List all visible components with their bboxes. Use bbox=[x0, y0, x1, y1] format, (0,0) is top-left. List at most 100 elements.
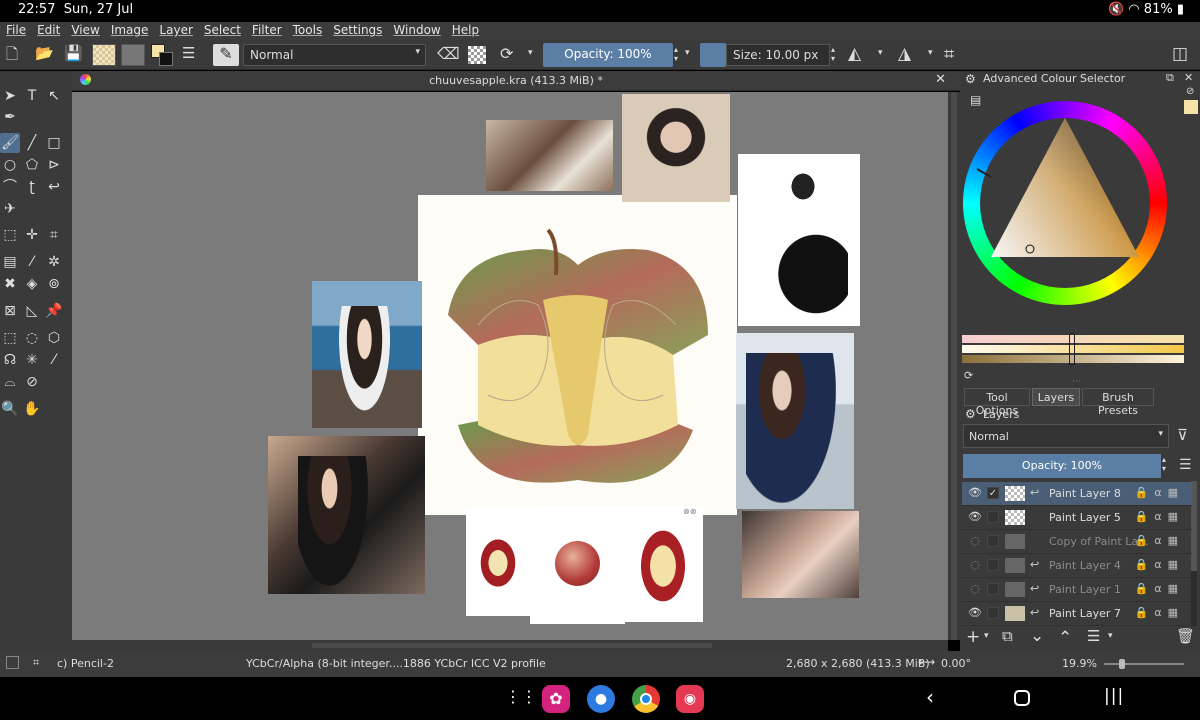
eye-icon[interactable]: 👁 bbox=[968, 510, 982, 524]
current-color-swatch[interactable] bbox=[1184, 100, 1198, 114]
reload-preset-icon[interactable]: ⟳ bbox=[500, 44, 522, 66]
menu-edit[interactable]: Edit bbox=[31, 22, 65, 37]
layer-lock-alpha-icons[interactable]: 🔒α▦ bbox=[1135, 510, 1184, 523]
close-document-icon[interactable]: ✕ bbox=[935, 72, 946, 87]
refresh-icon[interactable]: ⟳ bbox=[964, 369, 973, 382]
horizontal-scrollbar[interactable] bbox=[72, 640, 948, 651]
tab-tool-options[interactable]: Tool Options bbox=[964, 388, 1030, 417]
menu-layer[interactable]: Layer bbox=[153, 22, 197, 37]
freehand-brush-tool-icon[interactable]: 🖌 bbox=[0, 133, 20, 153]
layer-row[interactable]: 👁 ✓ ↩ Paint Layer 8 🔒α▦ bbox=[962, 482, 1192, 506]
size-slider[interactable]: Size: 10.00 px bbox=[726, 44, 830, 66]
back-nav-icon[interactable]: ‹ bbox=[926, 685, 934, 709]
hidden-eye-icon[interactable]: ◌ bbox=[968, 534, 982, 548]
vertical-scrollbar[interactable] bbox=[948, 92, 960, 640]
menu-help[interactable]: Help bbox=[446, 22, 484, 37]
layer-row[interactable]: ◌ ↩ Paint Layer 4 🔒α▦ bbox=[962, 554, 1192, 578]
pan-tool-icon[interactable]: ✋ bbox=[22, 399, 42, 419]
elliptical-selection-tool-icon[interactable]: ◌ bbox=[22, 328, 42, 348]
size-slider-fill[interactable] bbox=[700, 43, 726, 67]
move-tool-icon[interactable]: ✛ bbox=[22, 225, 42, 245]
enclose-fill-tool-icon[interactable]: ⊚ bbox=[44, 274, 64, 294]
menu-tools[interactable]: Tools bbox=[287, 22, 328, 37]
polyline-tool-icon[interactable]: ⊳ bbox=[44, 155, 64, 175]
layer-select-checkbox[interactable] bbox=[987, 583, 999, 595]
dynamic-brush-tool-icon[interactable]: ↩ bbox=[44, 177, 64, 197]
layer-row[interactable]: ◌ ↩ Paint Layer 1 🔒α▦ bbox=[962, 578, 1192, 602]
close-docker-icon[interactable]: ✕ bbox=[1184, 71, 1193, 84]
eraser-icon[interactable]: ⌫ bbox=[437, 44, 460, 66]
smart-patch-tool-icon[interactable]: ✲ bbox=[44, 252, 64, 272]
layer-row[interactable]: ◌ Copy of Paint La... 🔒α▦ bbox=[962, 530, 1192, 554]
docker-settings-icon[interactable]: ⚙ bbox=[965, 72, 976, 86]
home-nav-icon[interactable] bbox=[1014, 690, 1030, 706]
opacity-slider[interactable]: Opacity: 100% bbox=[543, 43, 673, 67]
preserve-alpha-icon[interactable] bbox=[468, 46, 486, 64]
tab-brush-presets[interactable]: Brush Presets bbox=[1082, 388, 1154, 417]
recents-nav-icon[interactable]: ||| bbox=[1104, 686, 1124, 706]
splitter-handle[interactable]: ⋯ bbox=[1072, 377, 1081, 387]
layer-lock-alpha-icons[interactable]: 🔒α▦ bbox=[1135, 486, 1184, 499]
menu-file[interactable]: File bbox=[0, 22, 31, 37]
zoom-slider-handle[interactable] bbox=[1119, 659, 1125, 669]
size-spin-icon[interactable]: ▴ ▾ bbox=[831, 45, 839, 67]
polygon-tool-icon[interactable]: ⬠ bbox=[22, 155, 42, 175]
image-dimensions-label[interactable]: 2,680 x 2,680 (413.3 MiB) bbox=[786, 657, 930, 670]
layer-select-checkbox[interactable] bbox=[987, 607, 999, 619]
layer-select-checkbox[interactable] bbox=[987, 511, 999, 523]
edit-shapes-tool-icon[interactable]: ↖ bbox=[44, 86, 64, 106]
open-document-icon[interactable]: 📂 bbox=[35, 44, 54, 66]
chrome-app-icon[interactable] bbox=[632, 685, 660, 713]
menu-window[interactable]: Window bbox=[387, 22, 445, 37]
contiguous-selection-tool-icon[interactable]: ✳ bbox=[22, 350, 42, 370]
rotation-icon[interactable]: ⟷ bbox=[918, 655, 935, 669]
menu-image[interactable]: Image bbox=[105, 22, 154, 37]
dockers-icon[interactable]: ◫ bbox=[1172, 44, 1194, 66]
text-tool-icon[interactable]: T bbox=[22, 86, 42, 106]
ellipse-tool-icon[interactable]: ○ bbox=[0, 155, 20, 175]
layer-lock-alpha-icons[interactable]: 🔒α▦ bbox=[1135, 582, 1184, 595]
brush-settings-icon[interactable]: ☰ bbox=[182, 44, 204, 66]
fg-bg-color-swatch[interactable] bbox=[151, 44, 175, 66]
layer-lock-alpha-icons[interactable]: 🔒α▦ bbox=[1135, 558, 1184, 571]
layer-lock-alpha-icons[interactable]: 🔒α▦ bbox=[1135, 534, 1184, 547]
docker-settings-icon[interactable]: ⚙ bbox=[965, 407, 976, 421]
fill-tool-icon[interactable]: ◈ bbox=[22, 274, 42, 294]
camera-app-icon[interactable]: ◉ bbox=[676, 685, 704, 713]
bezier-tool-icon[interactable]: ⌒ bbox=[0, 177, 20, 197]
color-picker-tool-icon[interactable]: ⁄ bbox=[22, 252, 42, 272]
zoom-slider[interactable] bbox=[1104, 659, 1184, 669]
mirror-horizontal-icon[interactable]: ◭ bbox=[848, 44, 870, 66]
menu-settings[interactable]: Settings bbox=[327, 22, 387, 37]
perspective-grid-tool-icon[interactable]: ⊠ bbox=[0, 301, 20, 321]
layer-opacity-slider[interactable]: Opacity: 100% bbox=[963, 454, 1161, 478]
line-tool-icon[interactable]: ╱ bbox=[22, 133, 42, 153]
measure-tool-icon[interactable]: ◺ bbox=[22, 301, 42, 321]
zoom-tool-icon[interactable]: 🔍 bbox=[0, 399, 20, 419]
layer-select-checkbox[interactable] bbox=[987, 535, 999, 547]
move-layer-down-icon[interactable]: ⌄ bbox=[1030, 626, 1044, 646]
pattern-preset-button[interactable] bbox=[121, 44, 145, 66]
layer-lock-alpha-icons[interactable]: 🔒α▦ bbox=[1135, 606, 1184, 619]
document-tab[interactable]: chuuvesapple.kra (413.3 MiB) * ✕ bbox=[72, 71, 960, 91]
hue-ring[interactable] bbox=[963, 101, 1167, 305]
filter-icon[interactable]: ⊽ bbox=[1177, 426, 1188, 444]
freehand-path-tool-icon[interactable]: ʈ bbox=[22, 177, 42, 197]
menu-select[interactable]: Select bbox=[198, 22, 246, 37]
save-icon[interactable]: 💾 bbox=[64, 44, 83, 66]
freehand-selection-tool-icon[interactable]: ☊ bbox=[0, 350, 20, 370]
assistant-tool-icon[interactable]: ✖ bbox=[0, 274, 20, 294]
polygonal-selection-tool-icon[interactable]: ⬡ bbox=[44, 328, 64, 348]
brush-preset-icon[interactable]: ✎ bbox=[213, 44, 239, 66]
hidden-eye-icon[interactable]: ◌ bbox=[968, 582, 982, 596]
reference-images-tool-icon[interactable]: 📌 bbox=[44, 301, 64, 321]
eye-icon[interactable]: 👁 bbox=[968, 606, 982, 620]
rectangular-selection-tool-icon[interactable]: ⬚ bbox=[0, 328, 20, 348]
opacity-spin-icon[interactable]: ▴ ▾ bbox=[1162, 455, 1166, 473]
eye-icon[interactable]: 👁 bbox=[968, 486, 982, 500]
tab-layers[interactable]: Layers bbox=[1032, 388, 1080, 406]
slider-cursor[interactable] bbox=[1069, 333, 1075, 365]
chevron-down-icon[interactable]: ▾ bbox=[984, 631, 989, 641]
layer-row[interactable]: 👁 ↩ Paint Layer 7 🔒α▦ bbox=[962, 602, 1192, 626]
layer-select-checkbox[interactable]: ✓ bbox=[987, 487, 999, 499]
